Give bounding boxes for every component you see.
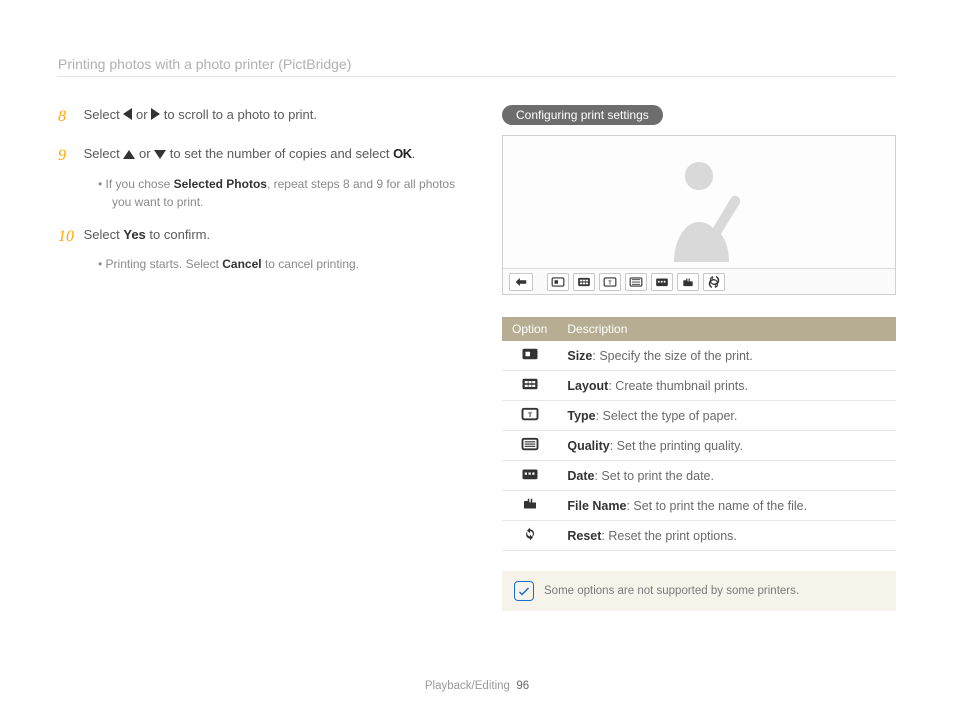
text: Select [84,227,124,242]
opt-desc: : Set the printing quality. [610,439,743,453]
layout-button[interactable] [573,273,595,291]
table-row: File Name: Set to print the name of the … [502,491,896,521]
quality-icon [502,431,557,461]
note-box: Some options are not supported by some p… [502,571,896,611]
preview-toolbar: T [503,268,895,294]
arrow-up-icon [123,150,135,159]
text: to scroll to a photo to print. [164,107,317,122]
th-description: Description [557,317,896,341]
step-number: 9 [58,144,80,169]
page-header: Printing photos with a photo printer (Pi… [58,56,896,77]
text: Select [84,146,124,161]
date-icon [502,461,557,491]
opt-name: Reset [567,529,601,543]
table-row: T Type: Select the type of paper. [502,401,896,431]
size-icon [502,341,557,371]
text: If you chose [106,177,174,191]
ok-label: OK [393,146,412,161]
table-row: Reset: Reset the print options. [502,521,896,551]
type-icon: T [502,401,557,431]
back-button[interactable] [509,273,533,291]
step-number: 8 [58,105,80,130]
opt-name: Type [567,409,595,423]
svg-text:T: T [528,412,533,419]
options-table: Option Description Size: Specify the siz… [502,317,896,551]
opt-name: File Name [567,499,626,513]
opt-desc: : Set to print the name of the file. [626,499,807,513]
section-pill: Configuring print settings [502,105,663,125]
table-row: Layout: Create thumbnail prints. [502,371,896,401]
text: to set the number of copies and select [170,146,393,161]
table-row: Date: Set to print the date. [502,461,896,491]
settings-column: Configuring print settings T [502,105,896,611]
preview-pane: T [502,135,896,295]
filename-icon [502,491,557,521]
step-10-sub: Printing starts. Select Cancel to cancel… [98,255,458,273]
note-text: Some options are not supported by some p… [544,585,799,597]
steps-column: 8 Select or to scroll to a photo to prin… [58,105,458,611]
step-8: 8 Select or to scroll to a photo to prin… [58,105,458,130]
opt-name: Size [567,349,592,363]
page-footer: Playback/Editing 96 [0,680,954,692]
footer-page: 96 [516,680,529,692]
filename-button[interactable] [677,273,699,291]
text: Printing starts. Select [106,257,223,271]
quality-button[interactable] [625,273,647,291]
text: to confirm. [146,227,210,242]
date-button[interactable] [651,273,673,291]
step-number: 10 [58,225,80,250]
reset-button[interactable] [703,273,725,291]
text: Select [84,107,124,122]
arrow-down-icon [154,150,166,159]
arrow-left-icon [123,108,132,120]
text: or [136,107,151,122]
table-row: Size: Specify the size of the print. [502,341,896,371]
reset-icon [502,521,557,551]
size-button[interactable] [547,273,569,291]
svg-text:T: T [608,280,612,286]
opt-desc: : Select the type of paper. [596,409,738,423]
note-icon [514,581,534,601]
opt-name: Quality [567,439,609,453]
text: . [412,146,416,161]
footer-section: Playback/Editing [425,680,510,692]
opt-name: Date [567,469,594,483]
step-10: 10 Select Yes to confirm. Printing start… [58,225,458,274]
opt-desc: : Reset the print options. [601,529,737,543]
text: to cancel printing. [262,257,359,271]
opt-desc: : Create thumbnail prints. [608,379,748,393]
silhouette-icon [629,144,769,264]
opt-desc: : Specify the size of the print. [592,349,753,363]
text: or [139,146,154,161]
arrow-right-icon [151,108,160,120]
text-bold: Selected Photos [174,177,267,191]
opt-name: Layout [567,379,608,393]
step-9: 9 Select or to set the number of copies … [58,144,458,211]
step-9-sub: If you chose Selected Photos, repeat ste… [98,175,458,211]
text-bold: Yes [123,227,145,242]
text-bold: Cancel [222,257,261,271]
opt-desc: : Set to print the date. [594,469,714,483]
table-row: Quality: Set the printing quality. [502,431,896,461]
type-button[interactable]: T [599,273,621,291]
layout-icon [502,371,557,401]
th-option: Option [502,317,557,341]
